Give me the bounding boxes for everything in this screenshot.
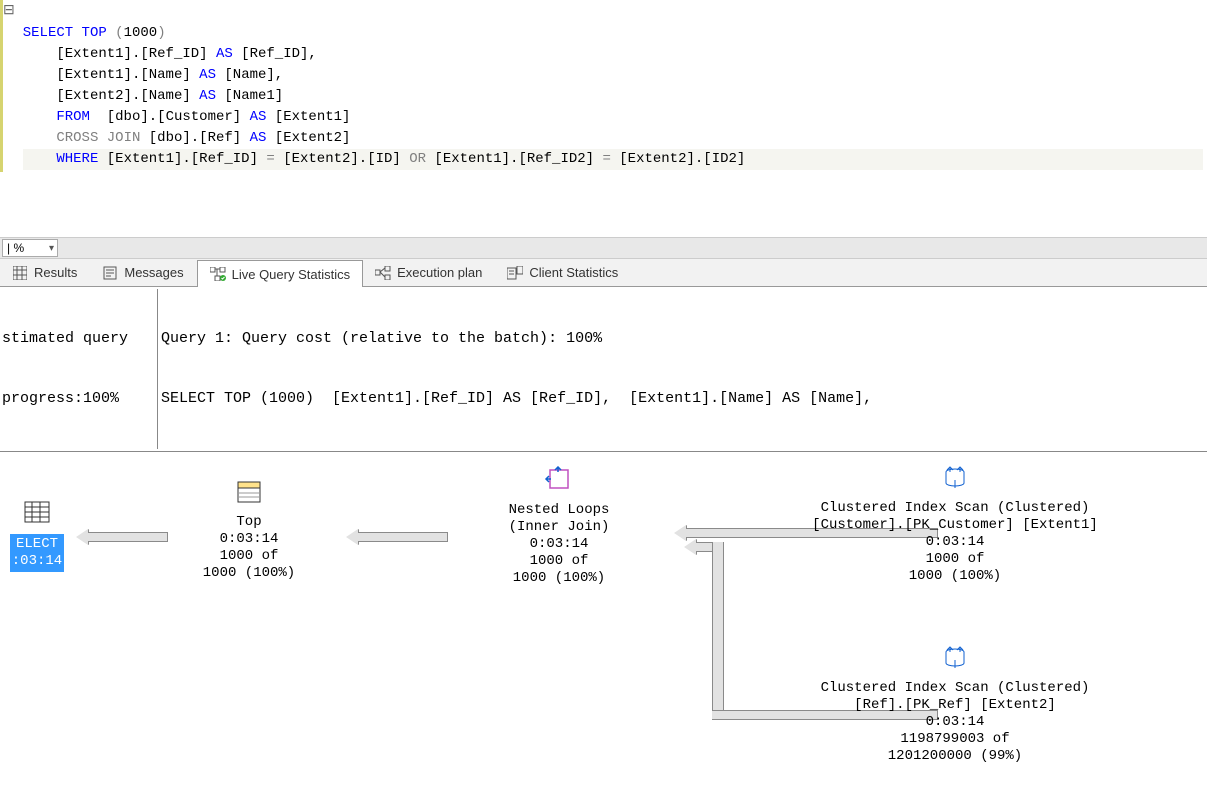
sql-editor[interactable]: ⊟ SELECT TOP (1000) [Extent1].[Ref_ID] A… — [0, 0, 1207, 172]
grid-icon — [12, 265, 28, 281]
select-icon — [23, 500, 51, 530]
node-time: 0:03:14 — [770, 534, 1140, 551]
node-time: 0:03:14 — [184, 531, 314, 548]
live-stats-icon — [210, 266, 226, 282]
tab-messages[interactable]: Messages — [90, 259, 196, 286]
node-rows: 1000 of — [770, 551, 1140, 568]
estimated-progress-value: progress:100% — [2, 389, 157, 409]
plan-node-top[interactable]: Top 0:03:14 1000 of 1000 (100%) — [184, 480, 314, 582]
node-percent: 1000 (100%) — [464, 570, 654, 587]
node-rows: 1000 of — [184, 548, 314, 565]
node-percent: 1000 (100%) — [184, 565, 314, 582]
node-title: Nested Loops — [464, 502, 654, 519]
arrow-head-icon — [346, 529, 358, 545]
arrow-head-icon — [76, 529, 88, 545]
query-cost-line: Query 1: Query cost (relative to the bat… — [161, 329, 1207, 349]
execution-plan-icon — [375, 265, 391, 281]
node-subtitle: [Customer].[PK_Customer] [Extent1] — [770, 517, 1140, 534]
plan-node-index-scan-customer[interactable]: Clustered Index Scan (Clustered) [Custom… — [770, 466, 1140, 585]
code-content: SELECT TOP (1000) [Extent1].[Ref_ID] AS … — [17, 0, 1207, 172]
results-tabstrip: Results Messages Live Query Statistics E… — [0, 259, 1207, 287]
top-icon — [235, 480, 263, 510]
messages-icon — [102, 265, 118, 281]
node-time: 0:03:14 — [464, 536, 654, 553]
node-percent: 1201200000 (99%) — [770, 748, 1140, 765]
nested-loops-icon — [544, 466, 574, 498]
node-rows: 1198799003 of — [770, 731, 1140, 748]
estimated-progress-label: stimated query — [2, 329, 157, 349]
zoom-toolbar: | % — [0, 237, 1207, 259]
tab-label: Live Query Statistics — [232, 267, 351, 282]
plan-connector — [712, 542, 724, 712]
node-rows: 1000 of — [464, 553, 654, 570]
plan-node-nested-loops[interactable]: Nested Loops (Inner Join) 0:03:14 1000 o… — [464, 466, 654, 587]
plan-arrow — [356, 532, 448, 542]
client-stats-icon — [507, 265, 523, 281]
node-title: Clustered Index Scan (Clustered) — [770, 500, 1140, 517]
plan-node-index-scan-ref[interactable]: Clustered Index Scan (Clustered) [Ref].[… — [770, 646, 1140, 765]
tab-label: Results — [34, 265, 77, 280]
plan-node-select[interactable]: ELECT :03:14 — [0, 500, 74, 572]
index-scan-icon — [940, 466, 970, 496]
tab-client-statistics[interactable]: Client Statistics — [495, 259, 631, 286]
node-percent: 1000 (100%) — [770, 568, 1140, 585]
tab-results[interactable]: Results — [0, 259, 90, 286]
tab-live-query-statistics[interactable]: Live Query Statistics — [197, 260, 364, 287]
node-title: Clustered Index Scan (Clustered) — [770, 680, 1140, 697]
plan-arrow — [86, 532, 168, 542]
node-subtitle: (Inner Join) — [464, 519, 654, 536]
node-subtitle: [Ref].[PK_Ref] [Extent2] — [770, 697, 1140, 714]
node-time: 0:03:14 — [770, 714, 1140, 731]
node-time: :03:14 — [12, 553, 62, 569]
node-title: Top — [184, 514, 314, 531]
zoom-dropdown[interactable]: | % — [2, 239, 58, 257]
fold-gutter[interactable]: ⊟ — [3, 0, 17, 172]
node-title: ELECT — [16, 536, 58, 552]
plan-header: stimated query progress:100% Query 1: Qu… — [0, 287, 1207, 452]
tab-label: Client Statistics — [529, 265, 618, 280]
execution-plan-canvas[interactable]: ELECT :03:14 Top 0:03:14 1000 of 1000 (1… — [0, 452, 1207, 812]
zoom-value: | % — [7, 241, 24, 255]
collapse-icon[interactable]: ⊟ — [3, 3, 15, 19]
arrow-head-icon — [684, 539, 696, 555]
query-text-line: SELECT TOP (1000) [Extent1].[Ref_ID] AS … — [161, 389, 1207, 409]
index-scan-icon — [940, 646, 970, 676]
tab-label: Messages — [124, 265, 183, 280]
plan-arrow — [694, 542, 714, 552]
tab-execution-plan[interactable]: Execution plan — [363, 259, 495, 286]
tab-label: Execution plan — [397, 265, 482, 280]
